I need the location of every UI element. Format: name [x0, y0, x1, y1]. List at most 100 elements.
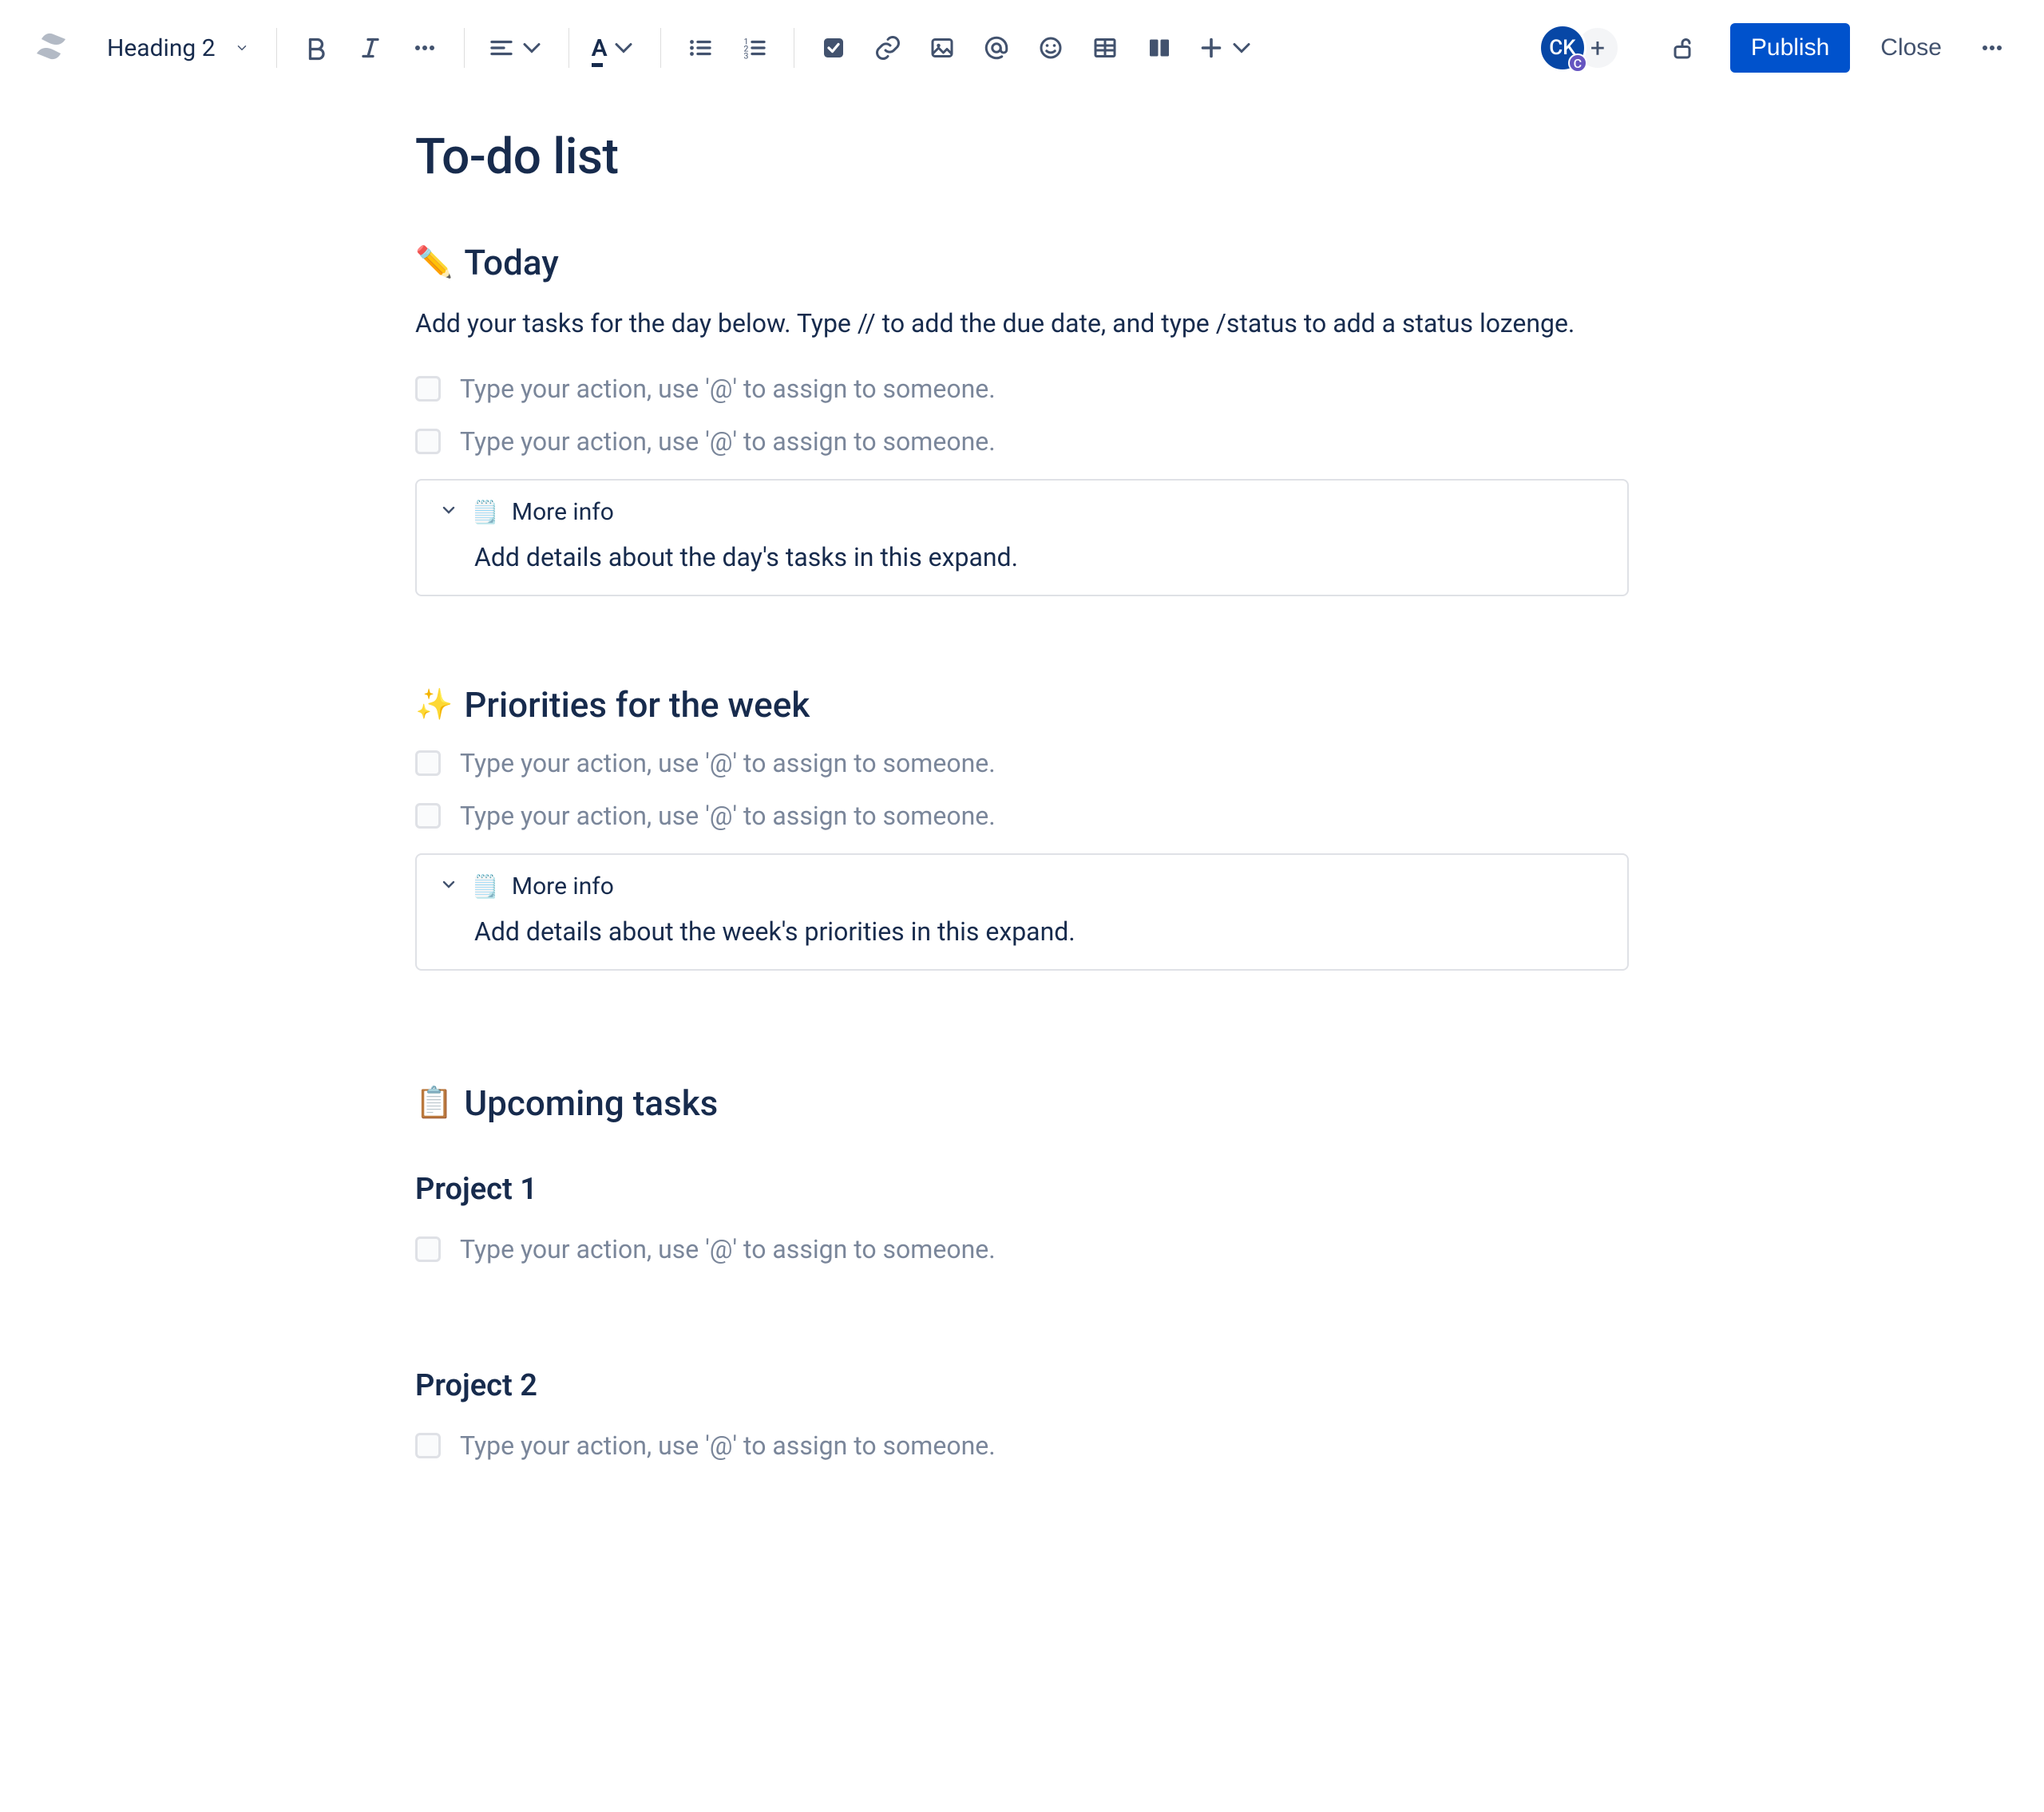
task-checkbox[interactable] [415, 803, 441, 829]
chevron-down-icon [1227, 34, 1256, 62]
bullet-list-button[interactable] [680, 28, 720, 68]
task-row[interactable]: Type your action, use '@' to assign to s… [415, 426, 1629, 457]
task-row[interactable]: Type your action, use '@' to assign to s… [415, 1430, 1629, 1461]
publish-button[interactable]: Publish [1730, 23, 1850, 73]
page-more-button[interactable] [1972, 28, 2012, 68]
task-row[interactable]: Type your action, use '@' to assign to s… [415, 1234, 1629, 1264]
expand-header[interactable]: 🗒️ More info [439, 498, 1605, 526]
chevron-down-icon [235, 41, 249, 55]
expand-body[interactable]: Add details about the week's priorities … [439, 916, 1605, 947]
text-color-icon: A [592, 34, 608, 62]
task-checkbox[interactable] [415, 750, 441, 776]
layouts-icon [1145, 34, 1174, 62]
task-checkbox[interactable] [415, 1433, 441, 1458]
section-week: ✨ Priorities for the week Type your acti… [415, 684, 1629, 971]
numbered-list-icon: 123 [740, 34, 769, 62]
heading-style-select[interactable]: Heading 2 [85, 34, 257, 62]
bullet-list-icon [686, 34, 715, 62]
task-row[interactable]: Type your action, use '@' to assign to s… [415, 374, 1629, 404]
confluence-logo [32, 27, 70, 69]
expand-panel: 🗒️ More info Add details about the week'… [415, 853, 1629, 971]
section-heading-label: Upcoming tasks [464, 1082, 718, 1124]
unlocked-icon [1668, 34, 1697, 62]
page-title[interactable]: To-do list [415, 128, 1629, 186]
task-row[interactable]: Type your action, use '@' to assign to s… [415, 801, 1629, 831]
project-heading[interactable]: Project 2 [415, 1368, 1629, 1403]
task-checkbox[interactable] [415, 1236, 441, 1262]
avatar-badge: C [1568, 53, 1587, 73]
bold-icon [302, 34, 331, 62]
notepad-emoji-icon: 🗒️ [471, 873, 499, 900]
restrictions-button[interactable] [1660, 26, 1705, 70]
task-row[interactable]: Type your action, use '@' to assign to s… [415, 748, 1629, 778]
user-avatar[interactable]: CK C [1539, 24, 1586, 72]
image-icon [928, 34, 957, 62]
align-left-icon [487, 34, 516, 62]
section-heading-week[interactable]: ✨ Priorities for the week [415, 684, 1629, 726]
project-block: Project 1 Type your action, use '@' to a… [415, 1172, 1629, 1264]
toolbar-separator [464, 28, 465, 68]
section-description[interactable]: Add your tasks for the day below. Type /… [415, 306, 1629, 342]
clipboard-emoji-icon: 📋 [415, 1086, 453, 1121]
insert-menu-button[interactable] [1194, 28, 1259, 68]
more-formatting-button[interactable] [405, 28, 445, 68]
italic-icon [356, 34, 385, 62]
toolbar-separator [568, 28, 569, 68]
image-button[interactable] [922, 28, 962, 68]
project-heading[interactable]: Project 1 [415, 1172, 1629, 1207]
expand-title: More info [512, 498, 614, 526]
task-placeholder: Type your action, use '@' to assign to s… [460, 748, 996, 778]
numbered-list-button[interactable]: 123 [735, 28, 774, 68]
collaborators: CK C + [1539, 24, 1620, 72]
toolbar-separator [660, 28, 661, 68]
expand-title: More info [512, 872, 614, 900]
task-checkbox[interactable] [415, 429, 441, 454]
section-heading-upcoming[interactable]: 📋 Upcoming tasks [415, 1082, 1629, 1124]
notepad-emoji-icon: 🗒️ [471, 499, 499, 525]
more-horizontal-icon [1978, 34, 2006, 62]
mention-button[interactable] [976, 28, 1016, 68]
chevron-down-icon [439, 875, 458, 897]
task-placeholder: Type your action, use '@' to assign to s… [460, 1234, 996, 1264]
more-horizontal-icon [410, 34, 439, 62]
pencil-emoji-icon: ✏️ [415, 245, 453, 280]
close-button[interactable]: Close [1864, 23, 1958, 73]
task-placeholder: Type your action, use '@' to assign to s… [460, 426, 996, 457]
emoji-icon [1036, 34, 1065, 62]
plus-icon [1197, 34, 1226, 62]
editor-toolbar: Heading 2 A 123 [0, 0, 2044, 96]
task-placeholder: Type your action, use '@' to assign to s… [460, 1430, 996, 1461]
checkbox-icon [819, 34, 848, 62]
section-today: ✏️ Today Add your tasks for the day belo… [415, 242, 1629, 596]
action-item-button[interactable] [814, 28, 854, 68]
table-icon [1091, 34, 1119, 62]
section-upcoming: 📋 Upcoming tasks Project 1 Type your act… [415, 1082, 1629, 1461]
emoji-button[interactable] [1031, 28, 1071, 68]
page-content: To-do list ✏️ Today Add your tasks for t… [399, 128, 1645, 1461]
section-heading-label: Today [464, 242, 559, 283]
plus-icon: + [1590, 33, 1605, 63]
toolbar-separator [276, 28, 277, 68]
project-block: Project 2 Type your action, use '@' to a… [415, 1368, 1629, 1461]
chevron-down-icon [609, 34, 638, 62]
section-heading-label: Priorities for the week [464, 684, 810, 726]
bold-button[interactable] [296, 28, 336, 68]
link-icon [873, 34, 902, 62]
expand-header[interactable]: 🗒️ More info [439, 872, 1605, 900]
layouts-button[interactable] [1139, 28, 1179, 68]
task-placeholder: Type your action, use '@' to assign to s… [460, 801, 996, 831]
align-button[interactable] [484, 28, 549, 68]
link-button[interactable] [868, 28, 908, 68]
text-color-button[interactable]: A [588, 28, 641, 68]
section-heading-today[interactable]: ✏️ Today [415, 242, 1629, 283]
expand-body[interactable]: Add details about the day's tasks in thi… [439, 542, 1605, 572]
chevron-down-icon [517, 34, 546, 62]
task-placeholder: Type your action, use '@' to assign to s… [460, 374, 996, 404]
table-button[interactable] [1085, 28, 1125, 68]
italic-button[interactable] [351, 28, 390, 68]
task-checkbox[interactable] [415, 376, 441, 402]
expand-panel: 🗒️ More info Add details about the day's… [415, 479, 1629, 596]
chevron-down-icon [439, 500, 458, 523]
sparkles-emoji-icon: ✨ [415, 687, 453, 722]
heading-style-label: Heading 2 [107, 34, 216, 62]
